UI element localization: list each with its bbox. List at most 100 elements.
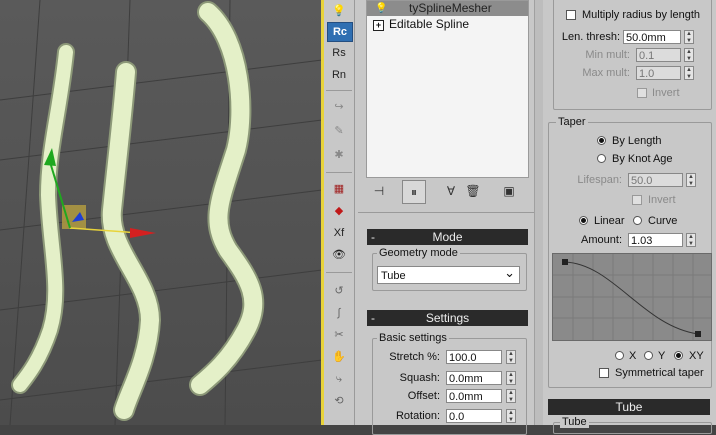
- tool-rn-button[interactable]: Rn: [327, 66, 351, 84]
- offset-input[interactable]: 0.0mm: [446, 389, 502, 403]
- axis-xy-radio[interactable]: [674, 351, 683, 360]
- taper-invert-label: Invert: [648, 194, 676, 206]
- geometry-mode-label: Geometry mode: [377, 247, 460, 259]
- tube-group-label: Tube: [560, 416, 589, 428]
- configure-sets-icon[interactable]: ▣: [498, 180, 520, 202]
- amount-label: Amount:: [581, 234, 622, 246]
- wave-icon[interactable]: ∫: [327, 304, 351, 322]
- taper-invert-checkbox[interactable]: [632, 195, 642, 205]
- x-axis-arrow[interactable]: [130, 228, 156, 238]
- min-mult-spinner[interactable]: ▲ ▼: [684, 48, 694, 62]
- radius-invert-label: Invert: [652, 87, 680, 99]
- toolbar-divider: [326, 272, 352, 273]
- curve-label: Curve: [648, 215, 678, 227]
- stretch-input[interactable]: 100.0: [446, 350, 502, 364]
- collapse-toggle: -: [371, 311, 375, 325]
- radius-invert-checkbox[interactable]: [637, 88, 647, 98]
- tool-rc-button[interactable]: Rc: [327, 22, 353, 42]
- by-knot-age-label: By Knot Age: [612, 153, 673, 165]
- basic-settings-label: Basic settings: [377, 332, 449, 344]
- tube-rollout-header[interactable]: Tube: [548, 399, 710, 415]
- geometry-mode-select[interactable]: Tube ⌄: [377, 265, 520, 284]
- viewport-scene[interactable]: [0, 0, 322, 425]
- chevron-down-icon: ⌄: [504, 265, 515, 280]
- curve-tool-icon[interactable]: ↪: [327, 98, 351, 116]
- max-mult-input[interactable]: 1.0: [636, 66, 681, 80]
- stretch-label: Stretch %:: [389, 351, 440, 363]
- curve-radio[interactable]: [633, 216, 642, 225]
- select-value: Tube: [381, 270, 406, 282]
- stack-item-label: tySplineMesher: [409, 1, 492, 15]
- rotation-input[interactable]: 0.0: [446, 409, 502, 423]
- len-thresh-spinner[interactable]: ▲ ▼: [684, 30, 694, 44]
- curve-end-handle[interactable]: [695, 331, 701, 337]
- rotation-spinner[interactable]: ▲ ▼: [506, 409, 516, 423]
- taper-curve-line: [564, 261, 699, 335]
- lightbulb-icon[interactable]: 💡: [375, 1, 387, 16]
- toolbar-divider: [326, 172, 352, 173]
- taper-curve-graph[interactable]: [552, 253, 712, 341]
- rotation-label: Rotation:: [395, 410, 440, 422]
- min-mult-input[interactable]: 0.1: [636, 48, 681, 62]
- remove-modifier-icon[interactable]: 🗑: [462, 180, 484, 202]
- curve-grid: [553, 254, 711, 340]
- hand-icon[interactable]: ✋: [327, 348, 351, 366]
- max-mult-spinner[interactable]: ▲ ▼: [684, 66, 694, 80]
- by-length-radio[interactable]: [597, 136, 606, 145]
- axis-xy-label: XY: [689, 350, 704, 362]
- tool-xf-button[interactable]: Xf: [327, 224, 351, 242]
- rollout-title: Settings: [425, 311, 470, 325]
- settings-rollout-header[interactable]: - Settings: [367, 310, 528, 326]
- cut-icon[interactable]: ✂: [327, 326, 351, 344]
- light-icon[interactable]: 💡: [327, 2, 351, 20]
- squash-input[interactable]: 0.0mm: [446, 371, 502, 385]
- multiply-radius-checkbox[interactable]: [566, 10, 576, 20]
- lifespan-spinner[interactable]: ▲ ▼: [686, 173, 696, 187]
- amount-spinner[interactable]: ▲ ▼: [686, 233, 696, 247]
- by-length-label: By Length: [612, 135, 662, 147]
- paint-tool-icon[interactable]: ✎: [327, 122, 351, 140]
- tool-rs-button[interactable]: Rs: [327, 44, 351, 62]
- hook-icon[interactable]: ↺: [327, 282, 351, 300]
- linear-radio[interactable]: [579, 216, 588, 225]
- view-icon[interactable]: 👁: [327, 246, 351, 264]
- bend-icon[interactable]: ⤷: [327, 370, 351, 388]
- grid-select-icon[interactable]: ▦: [327, 180, 351, 198]
- stack-buttons: ⊣ ⏸ ∀ 🗑 ▣: [366, 180, 527, 204]
- amount-input[interactable]: 1.03: [628, 233, 683, 247]
- axis-y-radio[interactable]: [644, 351, 653, 360]
- linear-label: Linear: [594, 215, 625, 227]
- multiply-radius-label: Multiply radius by length: [582, 9, 701, 21]
- tube-meshes: [11, 1, 265, 421]
- len-thresh-input[interactable]: 50.0mm: [623, 30, 681, 44]
- expand-icon[interactable]: +: [373, 20, 384, 31]
- transform-gizmo[interactable]: [44, 148, 156, 238]
- tree-tool-icon[interactable]: ✱: [327, 146, 351, 164]
- panel-scrollbar[interactable]: [534, 0, 543, 425]
- squash-spinner[interactable]: ▲ ▼: [506, 371, 516, 385]
- lifespan-input[interactable]: 50.0: [628, 173, 683, 187]
- viewport-perspective[interactable]: [0, 0, 322, 425]
- symmetrical-taper-checkbox[interactable]: [599, 368, 609, 378]
- mode-rollout-header[interactable]: - Mode: [367, 229, 528, 245]
- stack-item-editable-spline[interactable]: + Editable Spline: [367, 17, 528, 32]
- stretch-spinner[interactable]: ▲ ▼: [506, 350, 516, 364]
- modifier-stack[interactable]: 💡 tySplineMesher + Editable Spline: [366, 0, 529, 178]
- by-knot-age-radio[interactable]: [597, 154, 606, 163]
- axis-x-radio[interactable]: [615, 351, 624, 360]
- stack-item-tysplinemesher[interactable]: 💡 tySplineMesher: [367, 1, 528, 16]
- axis-y-label: Y: [658, 350, 666, 362]
- curve-start-handle[interactable]: [562, 259, 568, 265]
- eraser-icon[interactable]: ◆: [327, 202, 351, 220]
- rollout-title: Mode: [432, 230, 463, 244]
- spiral-icon[interactable]: ⟲: [327, 392, 351, 410]
- taper-curve[interactable]: [553, 254, 711, 340]
- pin-stack-icon[interactable]: ⊣: [368, 180, 390, 202]
- offset-spinner[interactable]: ▲ ▼: [506, 389, 516, 403]
- collapse-toggle: -: [371, 230, 375, 244]
- show-end-result-icon[interactable]: ⏸: [402, 180, 426, 204]
- rollout-title: Tube: [615, 400, 643, 414]
- toolbar-divider: [326, 90, 352, 91]
- make-unique-icon[interactable]: ∀: [440, 180, 462, 202]
- min-mult-label: Min mult:: [585, 49, 630, 61]
